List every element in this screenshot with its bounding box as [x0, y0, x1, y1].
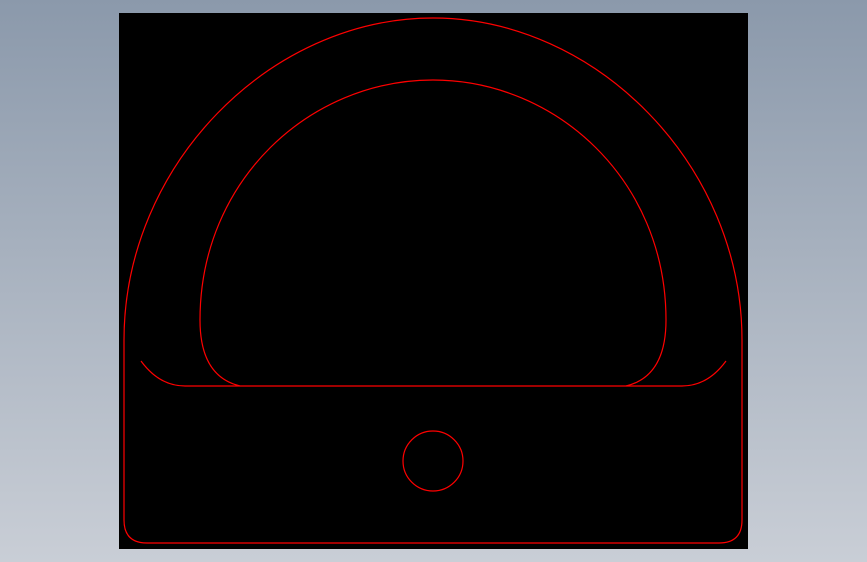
- right-fillet: [681, 360, 727, 387]
- inner-cutout: [199, 79, 667, 387]
- cad-drawing: [123, 17, 743, 544]
- left-fillet: [140, 360, 186, 387]
- hole-circle: [402, 430, 464, 492]
- outer-profile: [123, 17, 743, 544]
